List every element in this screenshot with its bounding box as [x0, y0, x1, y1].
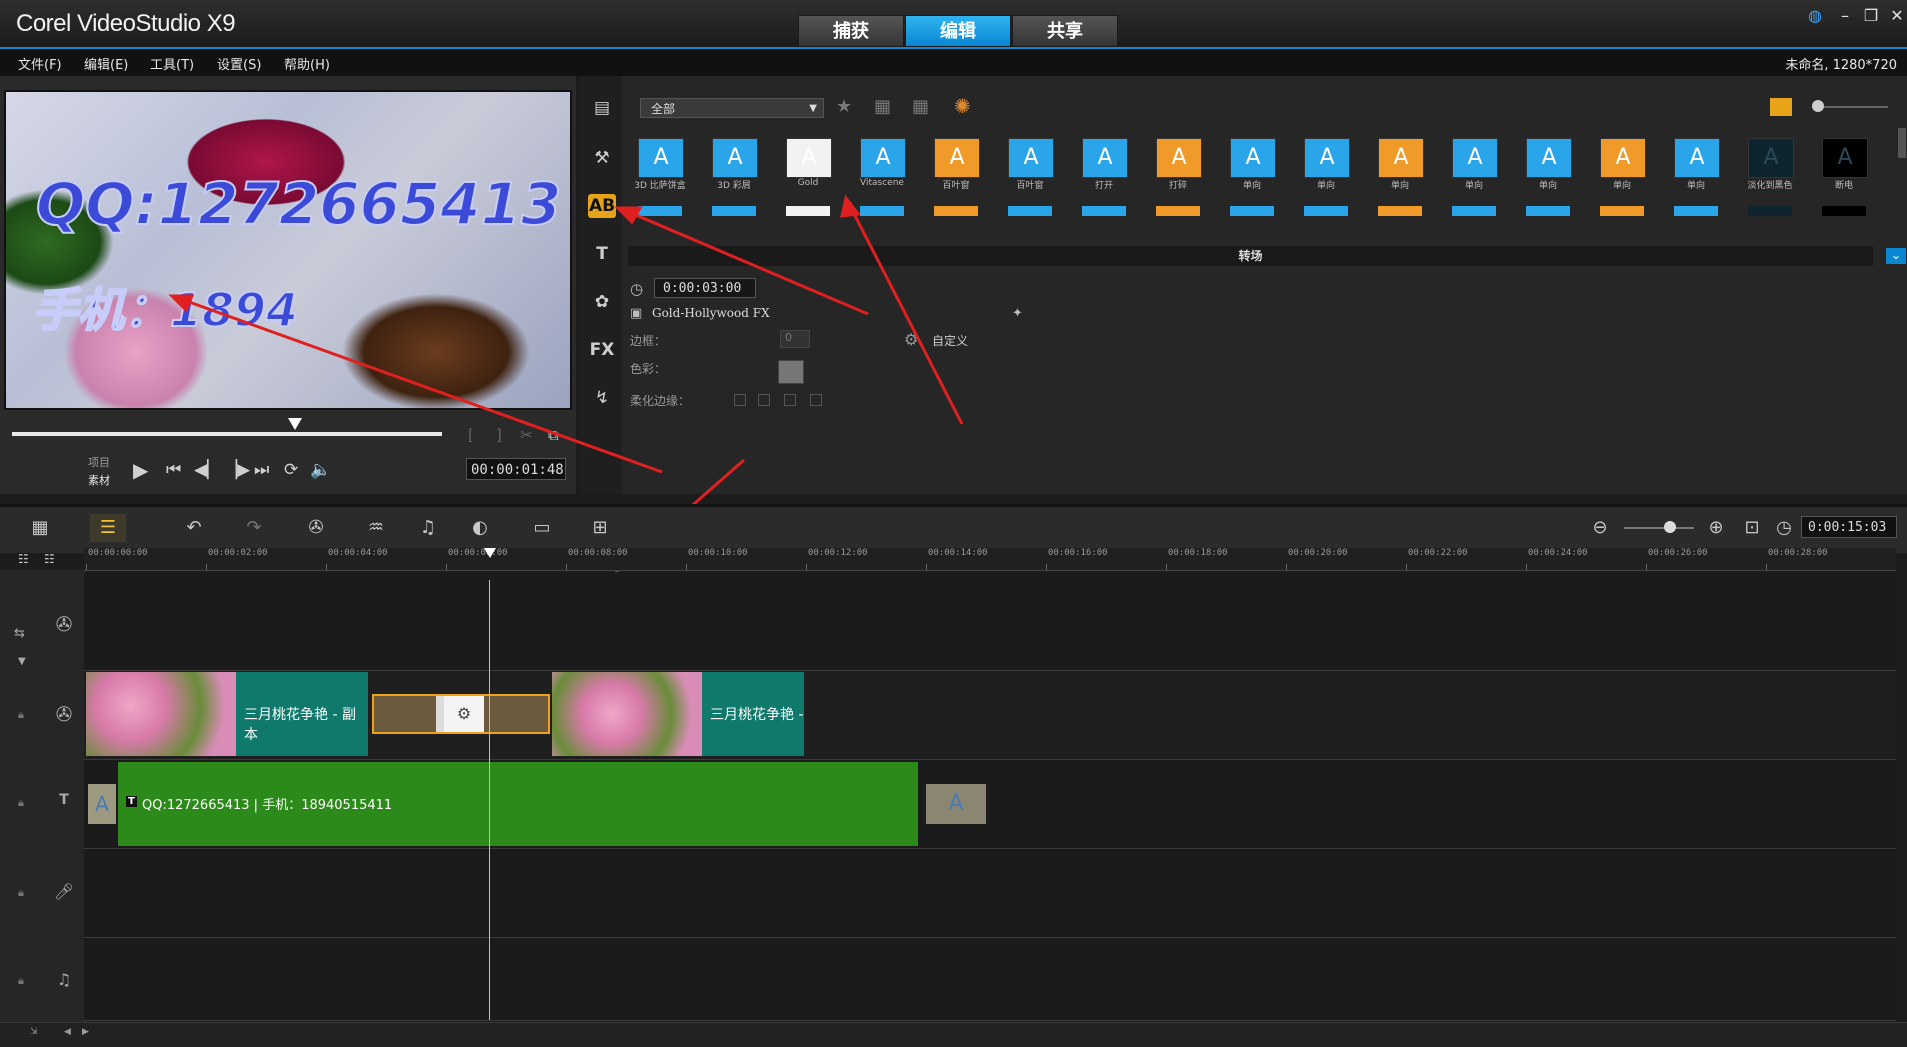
lock-title-track-icon[interactable]: 🔒︎ — [18, 796, 24, 810]
timeline-view-icon[interactable]: ☰ — [90, 514, 126, 542]
add-track-icon[interactable]: ⇆ — [14, 626, 25, 641]
ruler-tick-label: 00:00:10:00 — [688, 548, 748, 558]
music-track[interactable] — [84, 938, 1896, 1021]
ruler-tick-label: 00:00:02:00 — [208, 548, 268, 558]
ruler-tick-label: 00:00:06:00 — [448, 548, 508, 558]
scroll-left-icon[interactable]: ◀ — [64, 1027, 71, 1037]
ruler-tick-mark — [1526, 564, 1527, 570]
title-clip-icon: T — [126, 796, 137, 807]
ruler-tick-mark — [926, 564, 927, 570]
timeline-toolbar — [0, 504, 1907, 553]
sound-mixer-icon[interactable]: ♒ — [358, 514, 394, 542]
ruler-tick-mark — [686, 564, 687, 570]
redo-icon[interactable]: ↷ — [236, 514, 272, 542]
ruler-tick-mark — [806, 564, 807, 570]
zoom-knob[interactable] — [1664, 521, 1676, 533]
voice-track[interactable] — [84, 849, 1896, 938]
arrow-to-transition-tab — [623, 208, 869, 316]
overlay-track-icon: ✇ — [55, 612, 73, 636]
ruler-tick-label: 00:00:18:00 — [1168, 548, 1228, 558]
ruler-tick-mark — [1286, 564, 1287, 570]
arrow-to-phone-text — [177, 296, 663, 474]
ruler-tick-mark — [1646, 564, 1647, 570]
zoom-in-icon[interactable]: ⊕ — [1698, 514, 1734, 542]
subtitle-editor-icon[interactable]: ▭ — [524, 514, 560, 542]
ruler-tick-label: 00:00:08:00 — [568, 548, 628, 558]
zoom-out-icon[interactable]: ⊖ — [1582, 514, 1618, 542]
ruler-tick-mark — [1406, 564, 1407, 570]
project-duration-clock-icon: ◷ — [1776, 517, 1792, 538]
title-clip-text: QQ:1272665413 | 手机：18940515411 — [142, 798, 393, 813]
auto-music-icon[interactable]: ♫ — [410, 514, 446, 542]
scroll-right-icon[interactable]: ▶ — [82, 1027, 89, 1037]
video-clip[interactable]: 三月桃花争艳 - 副本 — [86, 672, 368, 756]
fit-project-icon[interactable]: ⊡ — [1734, 514, 1770, 542]
title-track-icon: T — [59, 792, 69, 808]
lock-voice-track-icon[interactable]: 🔒︎ — [18, 886, 24, 900]
playhead-line[interactable] — [489, 580, 490, 1020]
ruler-tick-label: 00:00:24:00 — [1528, 548, 1588, 558]
ruler-tick-mark — [206, 564, 207, 570]
clip-thumbnail — [86, 672, 236, 756]
music-track-icon: ♫ — [56, 970, 72, 989]
title-transition-thumb[interactable]: A — [88, 784, 116, 824]
ruler-tick-mark — [1046, 564, 1047, 570]
ruler-tick-label: 00:00:16:00 — [1048, 548, 1108, 558]
ruler-tick-label: 00:00:26:00 — [1648, 548, 1708, 558]
ruler-tick-label: 00:00:12:00 — [808, 548, 868, 558]
ruler-tick-label: 00:00:14:00 — [928, 548, 988, 558]
undo-icon[interactable]: ↶ — [176, 514, 212, 542]
ruler-tick-mark — [446, 564, 447, 570]
collapse-icon[interactable]: ▼ — [18, 656, 26, 667]
clip-name: 三月桃花争艳 - 副本 — [244, 707, 356, 743]
ruler-tick-label: 00:00:04:00 — [328, 548, 388, 558]
zoom-slider[interactable] — [1624, 527, 1694, 529]
video-track-icon: ✇ — [55, 702, 73, 726]
voice-track-icon: 🎤︎ — [53, 882, 75, 901]
video-clip[interactable]: 三月桃花争艳 - — [552, 672, 804, 756]
title-clip[interactable]: T QQ:1272665413 | 手机：18940515411 — [118, 762, 918, 846]
transition-clip[interactable]: ⚙ — [372, 694, 550, 734]
clip-name: 三月桃花争艳 - — [710, 707, 804, 723]
timeline-timecode[interactable]: 0:00:15:03 — [1801, 516, 1897, 538]
storyboard-view-icon[interactable]: ▦ — [22, 514, 58, 542]
overlay-track[interactable] — [84, 572, 1896, 671]
clip-thumbnail — [552, 672, 702, 756]
lock-video-track-icon[interactable]: 🔒︎ — [18, 708, 24, 722]
lock-music-track-icon[interactable]: 🔒︎ — [18, 974, 24, 988]
ruler-tick-mark — [566, 564, 567, 570]
ruler-tick-mark — [326, 564, 327, 570]
timeline-scrollbar[interactable]: ⇲ ◀ ▶ — [0, 1022, 1907, 1047]
track-manager-icon[interactable]: ☷ — [18, 552, 29, 566]
title-end-transition[interactable]: A — [926, 784, 986, 824]
ruler-tick-label: 00:00:22:00 — [1408, 548, 1468, 558]
ruler-tick-mark — [1166, 564, 1167, 570]
ruler-tick-label: 00:00:00:00 — [88, 548, 148, 558]
playhead-marker[interactable] — [484, 548, 496, 558]
multi-camera-icon[interactable]: ⊞ — [582, 514, 618, 542]
record-capture-icon[interactable]: ✇ — [298, 514, 334, 542]
ruler-tick-mark — [86, 564, 87, 570]
motion-tracking-icon[interactable]: ◐ — [462, 514, 498, 542]
ruler-tick-label: 00:00:28:00 — [1768, 548, 1828, 558]
gold-transition-icon: ⚙ — [444, 696, 484, 732]
ruler-tick-mark — [1766, 564, 1767, 570]
track-view-icon[interactable]: ☷ — [44, 552, 55, 566]
timeline-fit-icon[interactable]: ⇲ — [30, 1027, 38, 1037]
ruler-tick-label: 00:00:20:00 — [1288, 548, 1348, 558]
